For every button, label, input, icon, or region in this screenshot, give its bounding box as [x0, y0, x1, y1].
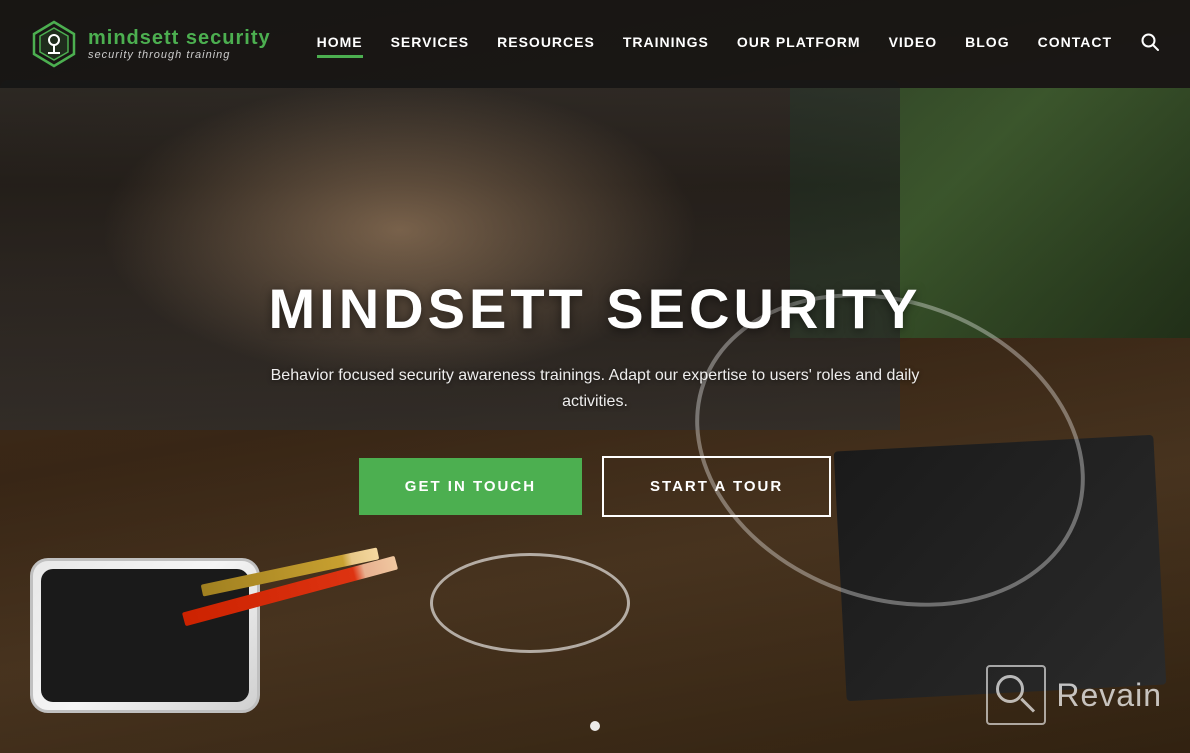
- slider-dots: [590, 721, 600, 731]
- logo-area: mindsett security security through train…: [30, 20, 271, 68]
- hero-content: MINDSETT SECURITY Behavior focused secur…: [0, 20, 1190, 753]
- hero-section: mindsett security security through train…: [0, 0, 1190, 753]
- search-icon: [1140, 32, 1160, 52]
- revain-search-line: [1021, 698, 1036, 713]
- nav-item-trainings[interactable]: TRAININGS: [623, 34, 709, 54]
- logo-wrapper: mindsett security security through train…: [30, 20, 271, 68]
- get-in-touch-button[interactable]: GET IN TOUCH: [359, 458, 582, 515]
- revain-text-label: Revain: [1056, 677, 1162, 714]
- logo-icon: [30, 20, 78, 68]
- nav-item-video[interactable]: VIDEO: [889, 34, 938, 54]
- nav-item-services[interactable]: SERVICES: [391, 34, 470, 54]
- nav-item-platform[interactable]: OUR PLATFORM: [737, 34, 861, 54]
- revain-logo-icon: [986, 665, 1046, 725]
- nav-item-resources[interactable]: RESOURCES: [497, 34, 595, 54]
- search-button[interactable]: [1140, 32, 1160, 57]
- hero-buttons: GET IN TOUCH START A TOUR: [359, 456, 831, 517]
- logo-brand-name: mindsett security: [88, 27, 271, 49]
- hero-subtitle: Behavior focused security awareness trai…: [245, 363, 945, 414]
- logo-tagline: security through training: [88, 49, 271, 61]
- main-nav: HOME SERVICES RESOURCES TRAININGS OUR PL…: [317, 32, 1160, 57]
- revain-watermark: Revain: [986, 665, 1162, 725]
- header: mindsett security security through train…: [0, 0, 1190, 88]
- logo-brand-green: mindsett: [88, 27, 179, 49]
- hero-title: MINDSETT SECURITY: [269, 276, 922, 341]
- nav-item-home[interactable]: HOME: [317, 34, 363, 54]
- start-tour-button[interactable]: START A TOUR: [602, 456, 831, 517]
- logo-text-block: mindsett security security through train…: [88, 27, 271, 61]
- nav-item-contact[interactable]: CONTACT: [1038, 34, 1112, 54]
- slider-dot-1[interactable]: [590, 721, 600, 731]
- nav-item-blog[interactable]: BLOG: [965, 34, 1009, 54]
